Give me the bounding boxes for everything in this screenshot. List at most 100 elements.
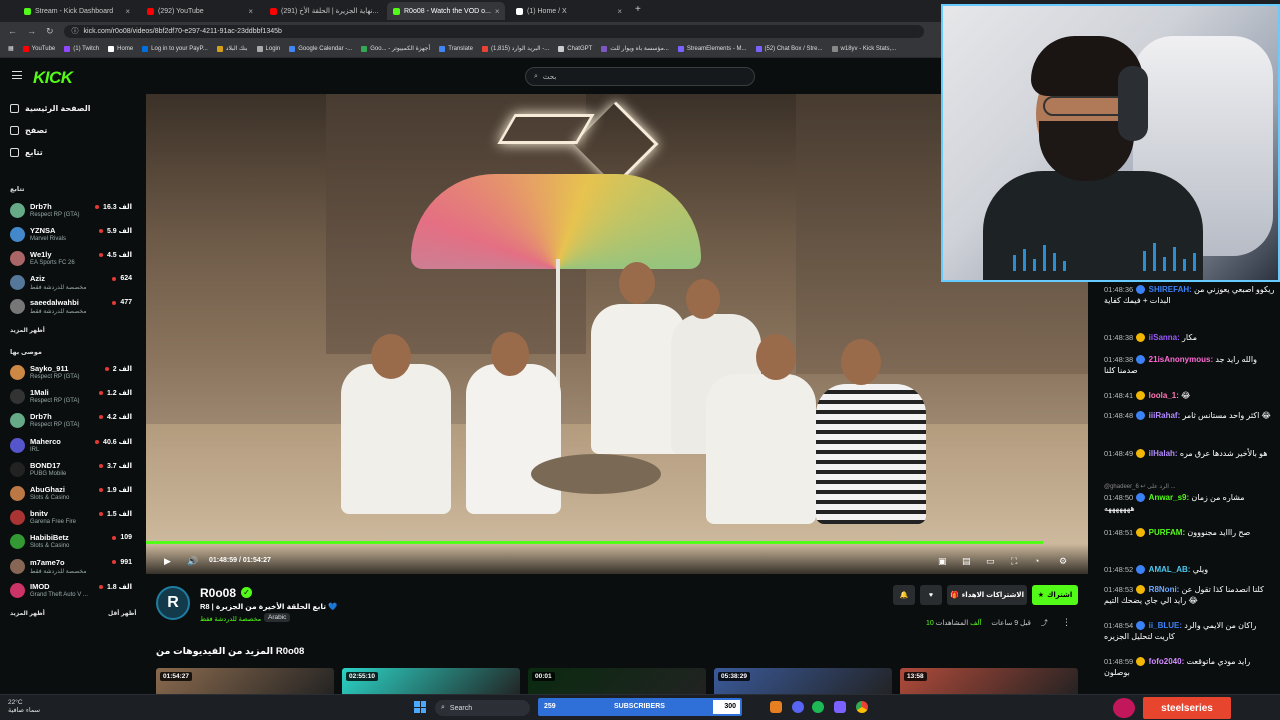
chat-username[interactable]: 21isAnonymous:: [1149, 355, 1213, 364]
share-icon[interactable]: ⤴: [1041, 618, 1048, 628]
close-tab-icon[interactable]: ×: [248, 7, 253, 16]
bookmark-item[interactable]: البريد الوارد (1,815) -...: [481, 45, 549, 52]
recommended-channel[interactable]: 1Mali Respect RP (GTA) 1.2 الف: [10, 386, 132, 408]
webcam-overlay: [941, 4, 1280, 282]
more-options-icon[interactable]: ⋮: [1062, 617, 1071, 628]
show-less-recommended[interactable]: أظهر أقل: [108, 610, 136, 617]
followed-channel[interactable]: Aziz مخصصة للدردشة فقط 624: [10, 272, 132, 294]
volume-icon[interactable]: 🔊: [187, 556, 198, 567]
chat-username[interactable]: fofo2040:: [1149, 657, 1185, 666]
new-tab-icon[interactable]: +: [635, 4, 641, 15]
bookmark-item[interactable]: (52) Chat Box / Stre...: [755, 45, 823, 52]
recommended-channel[interactable]: Maherco IRL 40.6 الف: [10, 435, 132, 457]
bookmark-item[interactable]: بنك البلاد: [216, 45, 248, 52]
recommended-channel[interactable]: AbuGhazi Slots & Casino 1.9 الف: [10, 483, 132, 505]
back-icon[interactable]: ←: [8, 26, 17, 36]
browser-tab[interactable]: Stream - Kick Dashboard ×: [18, 2, 136, 20]
bookmark-item[interactable]: StreamElements - M...: [677, 45, 747, 52]
taskbar-search[interactable]: ⌕ Search: [435, 700, 530, 716]
chat-username[interactable]: R8Noni:: [1149, 585, 1180, 594]
bookmark-item[interactable]: (1) Twitch: [64, 45, 99, 52]
fullscreen-icon[interactable]: ⛶: [1011, 556, 1017, 567]
nav-item-1[interactable]: تصفح: [10, 126, 47, 135]
discord-icon[interactable]: [792, 701, 804, 713]
chat-username[interactable]: ii_BLUE:: [1149, 621, 1182, 630]
close-tab-icon[interactable]: ×: [495, 7, 500, 16]
language-tag[interactable]: Arabic: [264, 613, 291, 622]
close-tab-icon[interactable]: ×: [125, 7, 130, 16]
search-input[interactable]: ⌕ بحث: [525, 67, 755, 86]
bookmark-item[interactable]: Home: [108, 45, 133, 52]
chat-username[interactable]: iiSanna:: [1149, 333, 1180, 342]
browser-tab[interactable]: (292) YouTube ×: [141, 2, 259, 20]
recommended-channel[interactable]: bnitv Garena Free Fire 1.5 الف: [10, 507, 132, 529]
subscribe-button[interactable]: ★ اشتراك: [1032, 585, 1078, 605]
chat-username[interactable]: iiiRahaf:: [1149, 411, 1181, 420]
show-more-following[interactable]: أظهر المزيد: [10, 327, 45, 334]
bookmark-label: Goo... - أجهزة الكمبيوتر: [370, 46, 431, 52]
browser-tab[interactable]: R0o08 - Watch the VOD o... ×: [387, 2, 505, 20]
url-field[interactable]: ⓘ kick.com/r0o08/videos/8bf2df70-e297-421…: [63, 24, 924, 38]
menu-icon[interactable]: [12, 71, 22, 79]
theater-icon[interactable]: ▭: [986, 556, 995, 567]
video-category[interactable]: مخصصة للدردشة فقط: [200, 615, 261, 623]
settings-gear-icon[interactable]: ⚙: [1059, 556, 1067, 567]
gift-subs-button[interactable]: 🎁 الاشتراكات الاهداء: [947, 585, 1027, 605]
nav-item-2[interactable]: تتابع: [10, 148, 43, 157]
subscriber-badge-icon: [1136, 493, 1146, 503]
bookmark-item[interactable]: مؤسسة باه ويوار للت...: [601, 45, 669, 52]
play-icon[interactable]: ▶: [164, 556, 171, 567]
bookmark-item[interactable]: ChatGPT: [558, 45, 592, 52]
miniplayer-icon[interactable]: ▣: [938, 556, 947, 567]
spotify-icon[interactable]: [812, 701, 824, 713]
followed-channel[interactable]: YZNSA Marvel Rivals 5.9 الف: [10, 224, 132, 246]
speed-icon[interactable]: ◔: [1034, 556, 1039, 566]
folder-icon[interactable]: [770, 701, 782, 713]
weather-widget[interactable]: 22°C سماء صافية: [8, 699, 40, 715]
favorite-button[interactable]: ♥: [920, 585, 942, 605]
bookmark-item[interactable]: YouTube: [22, 45, 55, 52]
bookmark-item[interactable]: Goo... - أجهزة الكمبيوتر: [361, 45, 430, 52]
channel-avatar[interactable]: R: [156, 586, 190, 620]
bookmark-item[interactable]: Google Calendar -...: [289, 45, 352, 52]
reload-icon[interactable]: ↻: [46, 26, 54, 37]
browser-tab[interactable]: (1) Home / X ×: [510, 2, 628, 20]
followed-channel[interactable]: We1ly EA Sports FC 26 4.5 الف: [10, 248, 132, 270]
app-icon[interactable]: [834, 701, 846, 713]
glasses: [1043, 96, 1129, 116]
clip-icon[interactable]: ▤: [962, 556, 971, 567]
bookmark-icon: [289, 45, 296, 52]
forward-icon[interactable]: →: [27, 26, 36, 36]
chat-text: هو بالأخير شددها عرق مره: [1179, 449, 1268, 458]
notification-bell-button[interactable]: 🔔: [893, 585, 915, 605]
show-more-recommended[interactable]: أظهر المزيد: [10, 610, 45, 617]
nav-item-0[interactable]: الصفحة الرئيسية: [10, 104, 90, 113]
browser-tab[interactable]: (291) نهاية الجزيرة | الحلقة الأخ...×: [264, 2, 382, 20]
windows-start-icon[interactable]: [414, 701, 426, 713]
chat-username[interactable]: SHIREFAH:: [1149, 285, 1192, 294]
chat-username[interactable]: ilHalah:: [1149, 449, 1178, 458]
recommended-channel[interactable]: Sayko_911 Respect RP (GTA) 2 الف: [10, 362, 132, 384]
bookmark-item[interactable]: Login: [256, 45, 280, 52]
bookmark-item[interactable]: Log in to your PayP...: [142, 45, 208, 52]
recommended-channel[interactable]: IMOD Grand Theft Auto V ... 1.8 الف: [10, 580, 132, 602]
recommended-channel[interactable]: BOND17 PUBG Mobile 3.7 الف: [10, 459, 132, 481]
recommended-channel[interactable]: Drb7h Respect RP (GTA) 4.2 الف: [10, 410, 132, 432]
chat-username[interactable]: PURFAM:: [1149, 528, 1185, 537]
followed-channel[interactable]: saeedalwahbi مخصصة للدردشة فقط 477: [10, 296, 132, 318]
bookmark-item[interactable]: Translate: [439, 45, 473, 52]
site-info-icon[interactable]: ⓘ: [72, 26, 79, 36]
close-tab-icon[interactable]: ×: [617, 7, 622, 16]
chat-username[interactable]: Anwar_s9:: [1149, 493, 1189, 502]
heart-icon: [10, 148, 19, 157]
bookmark-item[interactable]: w18yv - Kick Stats,...: [831, 45, 896, 52]
channel-name[interactable]: R0o08: [200, 586, 236, 600]
apps-icon[interactable]: ▦: [8, 45, 14, 52]
followed-channel[interactable]: Drb7h Respect RP (GTA) 16.3 الف: [10, 200, 132, 222]
chat-username[interactable]: loola_1:: [1149, 391, 1179, 400]
kick-logo[interactable]: KICK: [33, 68, 73, 88]
recommended-channel[interactable]: m7ame7o مخصصة للدردشة فقط 991: [10, 556, 132, 578]
chat-username[interactable]: AMAL_AB:: [1149, 565, 1191, 574]
chrome-icon[interactable]: [856, 701, 868, 713]
recommended-channel[interactable]: HabibiBetz Slots & Casino 109: [10, 531, 132, 553]
